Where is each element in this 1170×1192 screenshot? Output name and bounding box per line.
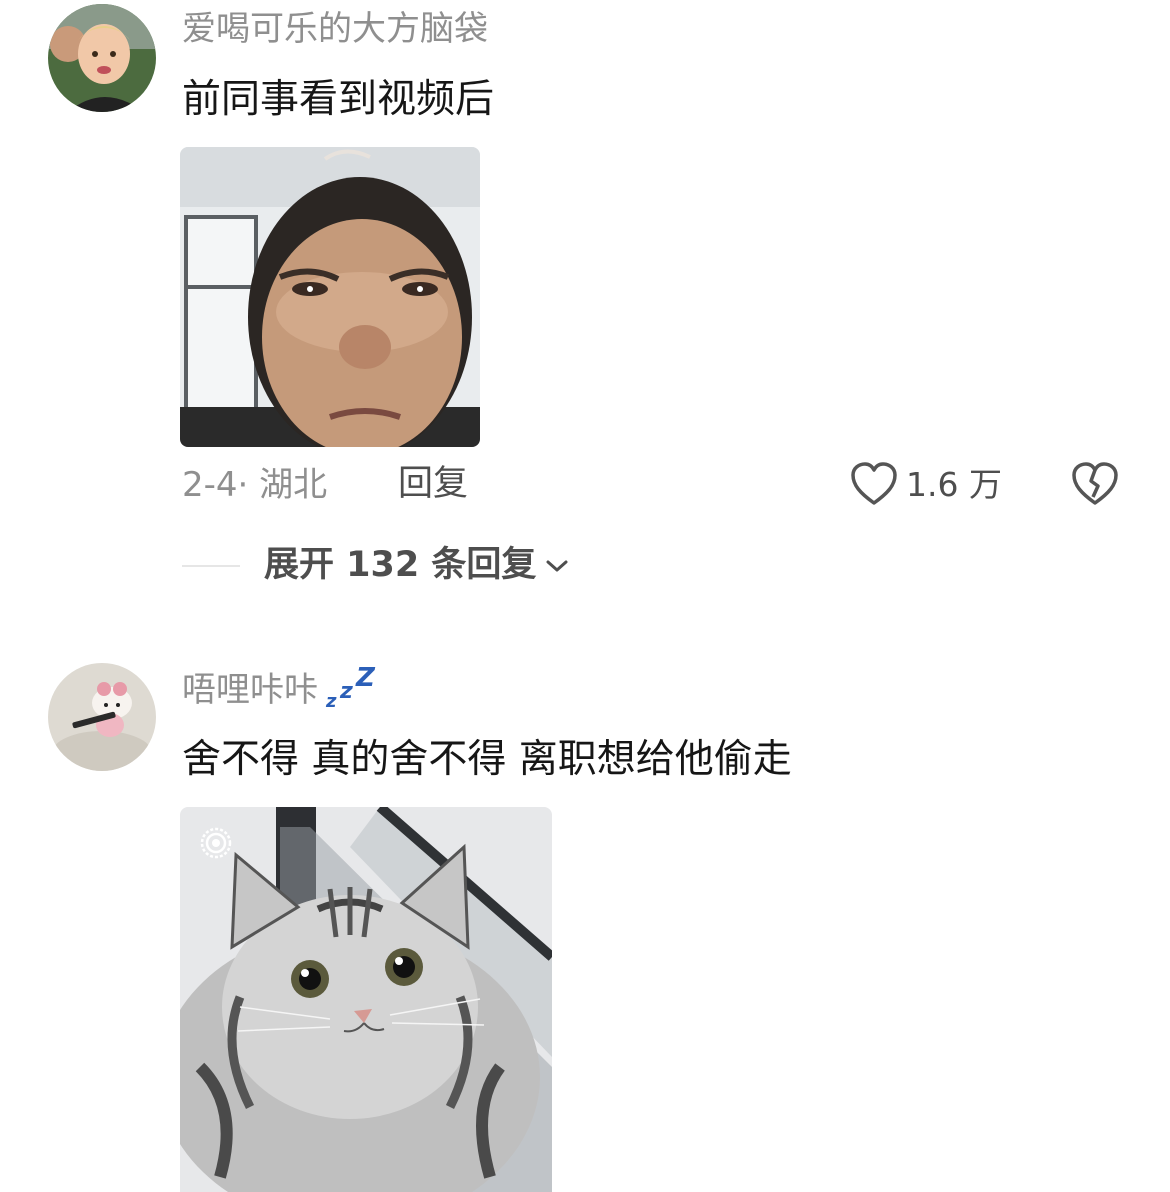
username[interactable]: 唔哩咔咔 (182, 673, 318, 707)
avatar-image (48, 4, 156, 112)
avatar-image (48, 663, 156, 771)
crying-man-photo (180, 147, 480, 447)
expand-replies-button[interactable]: 展开 132 条回复 (264, 548, 570, 583)
comment-text: 舍不得 真的舍不得 离职想给他偷走 (182, 737, 792, 782)
username[interactable]: 爱喝可乐的大方脑袋 (182, 12, 488, 46)
username-row: 唔哩咔咔 z z Z (182, 663, 375, 713)
chevron-down-icon (546, 560, 568, 571)
expand-replies-label: 展开 132 条回复 (264, 545, 537, 585)
like-count: 1.6 万 (906, 465, 1002, 504)
heart-outline-icon[interactable] (850, 461, 898, 507)
comment-image[interactable] (180, 807, 552, 1192)
tabby-cat-photo (180, 807, 552, 1192)
avatar[interactable] (48, 663, 156, 771)
comment-date-location: 2-4· 湖北 (182, 465, 328, 505)
expand-divider (182, 565, 240, 567)
broken-heart-icon[interactable] (1072, 461, 1118, 507)
sleep-badge-icon: z z Z (326, 663, 375, 712)
avatar[interactable] (48, 4, 156, 112)
reply-button[interactable]: 回复 (398, 467, 468, 502)
comment-text: 前同事看到视频后 (182, 77, 495, 122)
comment-image[interactable] (180, 147, 480, 447)
